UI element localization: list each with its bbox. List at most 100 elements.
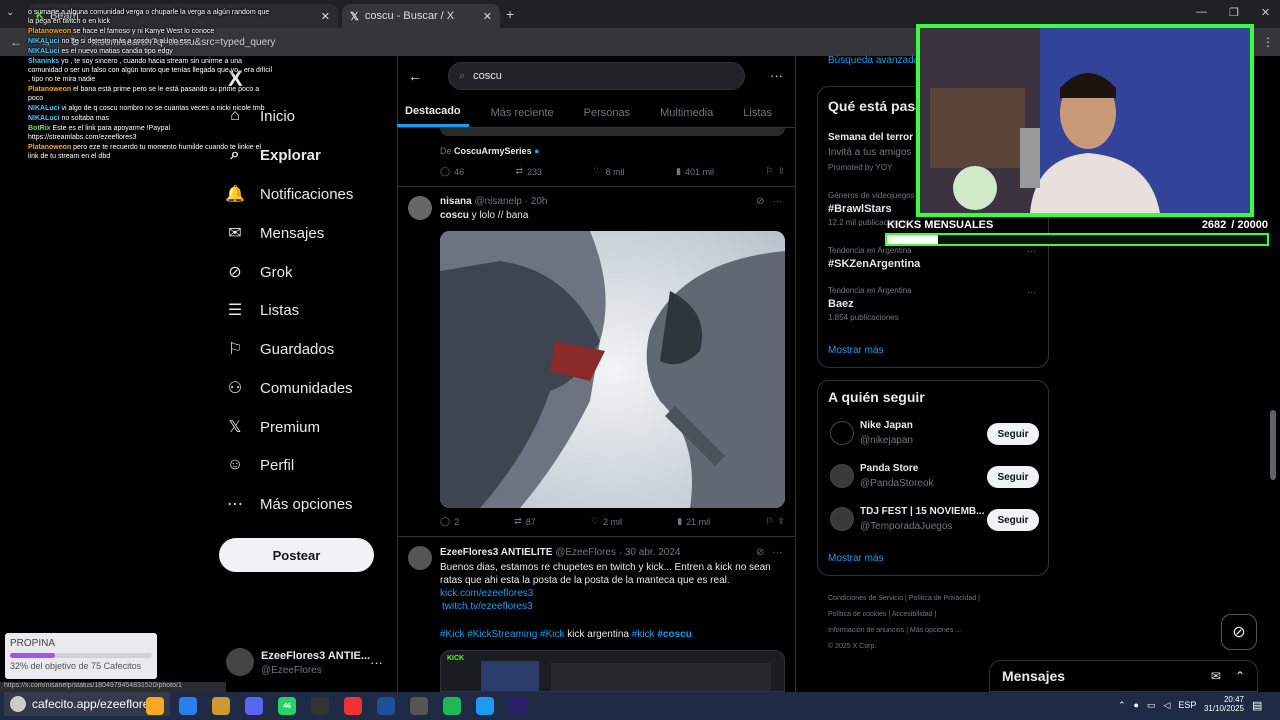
nav-item-4[interactable]: ⊘ Grok [226, 257, 292, 287]
tab-coscu[interactable]: 𝕏 coscu - Buscar / X ✕ [342, 4, 500, 28]
more-icon[interactable]: ··· [772, 196, 782, 207]
folder-icon[interactable] [146, 697, 164, 715]
follow-button[interactable]: Seguir [987, 423, 1039, 445]
follow-name[interactable]: Panda Store [860, 463, 918, 474]
close-icon[interactable]: ✕ [321, 10, 330, 23]
new-tab-icon[interactable]: + [506, 6, 514, 22]
trend-item[interactable]: Tendencia en Argentina #SKZenArgentina [828, 246, 920, 270]
tweet-date[interactable]: 30 abr. 2024 [625, 547, 681, 558]
premiere-icon[interactable] [509, 697, 527, 715]
chrome-icon[interactable] [212, 697, 230, 715]
footer-link[interactable]: Política de cookies [828, 611, 886, 618]
language-indicator[interactable]: ESP [1178, 700, 1196, 711]
like-button[interactable]: ♡ 2 mil [591, 516, 622, 527]
advanced-search-link[interactable]: Búsqueda avanzada [828, 55, 919, 66]
tweet-time[interactable]: 20h [531, 196, 548, 207]
discord-icon[interactable] [245, 697, 263, 715]
volume-icon[interactable]: ◁ [1164, 700, 1171, 711]
author-name[interactable]: nisana [440, 196, 472, 207]
bookmark-button[interactable]: ⚐ ⇪ [765, 516, 785, 527]
more-icon[interactable]: ··· [1027, 246, 1036, 256]
more-icon[interactable]: ··· [770, 68, 783, 83]
nav-item-3[interactable]: ✉ Mensajes [226, 218, 324, 248]
avatar[interactable] [408, 196, 432, 220]
tab-destacado[interactable]: Destacado [397, 98, 469, 127]
nav-item-9[interactable]: ☺ Perfil [226, 450, 294, 480]
post-button[interactable]: Postear [219, 538, 374, 572]
link-twitch[interactable]: twitch.tv/ezeeflores3 [442, 601, 533, 612]
avatar[interactable] [830, 464, 854, 488]
tab-search-icon[interactable]: ⌄ [6, 7, 22, 21]
show-more-follows[interactable]: Mostrar más [828, 553, 884, 564]
show-more-trends[interactable]: Mostrar más [828, 345, 884, 356]
github-icon[interactable] [410, 697, 428, 715]
views-button[interactable]: ▮ 21 mil [677, 516, 710, 527]
grok-icon[interactable]: ⊘ [1221, 614, 1257, 650]
reply-button[interactable]: ◯ 2 [440, 516, 459, 527]
maximize-icon[interactable]: ❐ [1229, 6, 1239, 19]
share-icon[interactable]: ⇪ [777, 166, 785, 177]
obs-icon[interactable] [311, 697, 329, 715]
source-name[interactable]: CoscuArmySeries [454, 146, 532, 156]
author-name[interactable]: EzeeFlores3 ANTIELITE [440, 547, 552, 558]
tab-personas[interactable]: Personas [576, 98, 638, 127]
scrollbar-thumb[interactable] [1270, 410, 1276, 480]
steam-icon[interactable] [476, 697, 494, 715]
bookmark-button[interactable]: ⚐ ⇪ [765, 166, 785, 177]
close-window-icon[interactable]: ✕ [1261, 6, 1270, 19]
record-icon[interactable] [344, 697, 362, 715]
whatsapp-icon[interactable]: 46 [278, 697, 296, 715]
nav-item-6[interactable]: ⚐ Guardados [226, 334, 334, 364]
clock[interactable]: 20:47 31/10/2025 [1200, 695, 1244, 713]
nav-item-2[interactable]: 🔔 Notificaciones [225, 179, 353, 209]
menu-icon[interactable]: ⋮ [1262, 35, 1274, 49]
avatar[interactable] [226, 648, 254, 676]
spotify-icon[interactable] [443, 697, 461, 715]
nav-item-7[interactable]: ⚇ Comunidades [226, 373, 353, 403]
footer-link[interactable]: Condiciones de Servicio [828, 595, 903, 602]
back-icon[interactable]: ← [10, 35, 22, 49]
reply-button[interactable]: ◯ 46 [440, 166, 464, 177]
follow-button[interactable]: Seguir [987, 509, 1039, 531]
tweet2-media[interactable]: KICK [440, 650, 785, 692]
promo-title[interactable]: Semana del terror [828, 132, 913, 143]
avatar[interactable] [408, 546, 432, 570]
more-icon[interactable]: ··· [1027, 287, 1036, 297]
vscode-icon[interactable] [377, 697, 395, 715]
back-arrow-icon[interactable]: ← [408, 68, 422, 84]
follow-button[interactable]: Seguir [987, 466, 1039, 488]
chevron-up-icon[interactable]: ⌃ [1235, 669, 1245, 683]
views-button[interactable]: ▮ 401 mil [676, 166, 714, 177]
mic-icon[interactable]: ● [1134, 700, 1139, 711]
nav-item-5[interactable]: ☰ Listas [226, 295, 299, 325]
trend-item[interactable]: Tendencia en Argentina Baez 1.854 public… [828, 286, 912, 322]
messages-drawer[interactable]: Mensajes ✉ ⌃ [989, 660, 1258, 692]
tweet-image[interactable] [440, 231, 785, 508]
grok-icon[interactable]: ⊘ [756, 196, 764, 207]
notifications-icon[interactable]: ▤ [1252, 699, 1262, 712]
search-input[interactable]: ⌕ coscu [448, 62, 745, 90]
footer-link[interactable]: Política de Privacidad [909, 595, 976, 602]
footer-link[interactable]: Accesibilidad [892, 611, 933, 618]
like-button[interactable]: ♡ 8 mil [593, 166, 624, 177]
nav-item-8[interactable]: 𝕏 Premium [226, 412, 320, 442]
nav-item-10[interactable]: ⋯ Más opciones [226, 489, 353, 519]
avatar[interactable] [830, 421, 854, 445]
chevron-up-icon[interactable]: ⌃ [1118, 700, 1126, 711]
tab-multimedia[interactable]: Multimedia [652, 98, 721, 127]
hashtag-bold[interactable]: #coscu [657, 629, 691, 640]
more-icon[interactable]: ··· [370, 655, 383, 670]
minimize-icon[interactable]: — [1196, 6, 1207, 19]
compose-message-icon[interactable]: ✉ [1211, 669, 1221, 683]
avatar[interactable] [830, 507, 854, 531]
follow-name[interactable]: Nike Japan [860, 420, 913, 431]
footer-link[interactable]: Más opciones ... [910, 627, 961, 634]
b-app-icon[interactable] [179, 697, 197, 715]
repost-button[interactable]: ⇄ 87 [514, 516, 536, 527]
tab-mas-reciente[interactable]: Más reciente [483, 98, 562, 127]
hashtag-link[interactable]: #kick [632, 629, 655, 640]
repost-button[interactable]: ⇄ 233 [516, 166, 543, 177]
hashtag-links[interactable]: #Kick #KickStreaming #Kick [440, 629, 565, 640]
footer-link[interactable]: Información de anuncios [828, 627, 904, 634]
more-icon[interactable]: ··· [772, 547, 782, 558]
